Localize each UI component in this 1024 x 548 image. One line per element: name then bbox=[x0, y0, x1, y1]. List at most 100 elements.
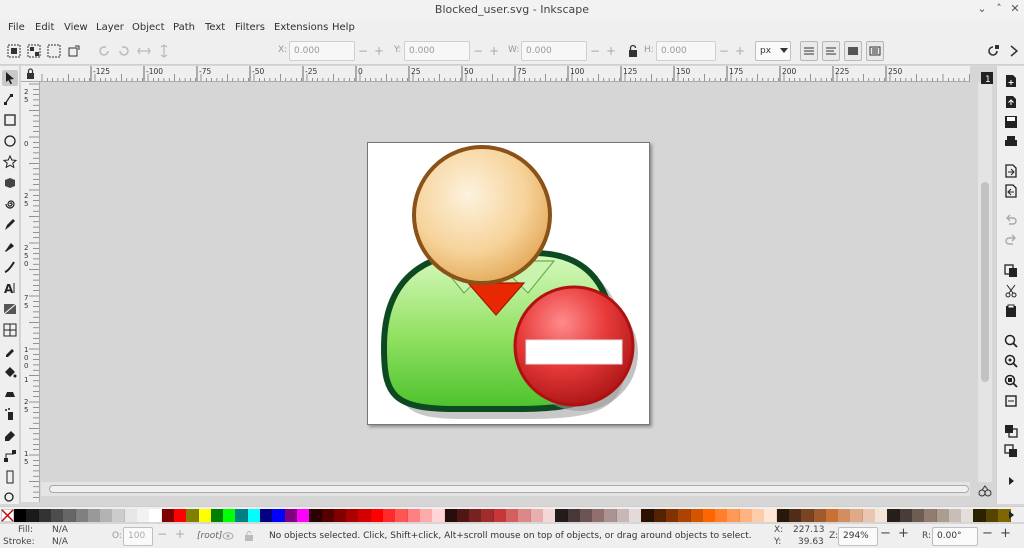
rotate-ccw-icon[interactable] bbox=[96, 43, 112, 59]
menu-edit[interactable]: Edit bbox=[35, 19, 54, 37]
zoom-in-button[interactable]: + bbox=[898, 526, 909, 541]
horizontal-scroll-thumb[interactable] bbox=[49, 485, 969, 493]
star-tool-icon[interactable] bbox=[2, 154, 18, 170]
rotate-ccw-button[interactable]: − bbox=[982, 526, 993, 541]
color-swatch[interactable] bbox=[456, 509, 470, 522]
vertical-ruler[interactable]: 250252507510012515 bbox=[21, 82, 40, 502]
color-swatch[interactable] bbox=[567, 509, 581, 522]
rotate-field[interactable]: 0.00° bbox=[932, 527, 978, 546]
save-icon[interactable] bbox=[1004, 115, 1018, 129]
color-swatch[interactable] bbox=[727, 509, 741, 522]
color-swatch[interactable] bbox=[75, 509, 89, 522]
menu-object[interactable]: Object bbox=[132, 19, 165, 37]
toggle-selection-box-icon[interactable] bbox=[66, 43, 82, 59]
color-swatch[interactable] bbox=[235, 509, 249, 522]
color-swatch[interactable] bbox=[186, 509, 200, 522]
color-swatch[interactable] bbox=[530, 509, 544, 522]
export-icon[interactable] bbox=[1004, 184, 1018, 198]
flip-horizontal-icon[interactable] bbox=[136, 43, 152, 59]
document-page[interactable] bbox=[367, 142, 650, 425]
eye-icon[interactable] bbox=[222, 531, 234, 541]
flip-vertical-icon[interactable] bbox=[156, 43, 172, 59]
unit-select[interactable]: px bbox=[755, 41, 791, 61]
select-all-icon[interactable] bbox=[6, 43, 22, 59]
deselect-icon[interactable] bbox=[46, 43, 62, 59]
color-swatch[interactable] bbox=[272, 509, 286, 522]
lock-icon[interactable] bbox=[625, 43, 641, 59]
color-swatch[interactable] bbox=[752, 509, 765, 522]
color-swatch[interactable] bbox=[665, 509, 679, 522]
color-swatch[interactable] bbox=[899, 509, 913, 522]
color-swatch[interactable] bbox=[887, 509, 901, 522]
color-swatch[interactable] bbox=[653, 509, 667, 522]
color-swatch[interactable] bbox=[592, 509, 606, 522]
minimize-button[interactable]: ⌄ bbox=[975, 2, 989, 16]
color-swatch[interactable] bbox=[124, 509, 138, 522]
color-swatch[interactable] bbox=[333, 509, 347, 522]
maximize-button[interactable]: ˄ bbox=[992, 2, 1006, 16]
color-swatch[interactable] bbox=[87, 509, 101, 522]
pen-tool-icon[interactable] bbox=[2, 238, 18, 254]
y-increment-button[interactable]: + bbox=[486, 41, 502, 61]
zoom-field[interactable]: 294% bbox=[838, 527, 878, 546]
color-swatch[interactable] bbox=[690, 509, 704, 522]
blocked-user-artwork[interactable] bbox=[368, 143, 651, 426]
color-swatch[interactable] bbox=[493, 509, 507, 522]
copy-icon[interactable] bbox=[1004, 264, 1018, 278]
clone-icon[interactable] bbox=[1004, 444, 1018, 458]
color-swatch[interactable] bbox=[260, 509, 273, 522]
color-swatch[interactable] bbox=[948, 509, 962, 522]
color-swatch[interactable] bbox=[838, 509, 852, 522]
rotate-cw-icon[interactable] bbox=[116, 43, 132, 59]
menu-filters[interactable]: Filters bbox=[235, 19, 265, 37]
color-swatch[interactable] bbox=[506, 509, 519, 522]
3d-box-tool-icon[interactable] bbox=[2, 175, 18, 191]
color-swatch[interactable] bbox=[173, 509, 187, 522]
color-swatch[interactable] bbox=[14, 509, 27, 522]
w-field[interactable]: 0.000 bbox=[521, 41, 587, 61]
color-swatch[interactable] bbox=[678, 509, 692, 522]
color-swatch[interactable] bbox=[346, 509, 360, 522]
measure-tool-icon[interactable] bbox=[2, 469, 18, 485]
more-commands-icon[interactable] bbox=[1004, 474, 1018, 488]
color-swatch[interactable] bbox=[137, 509, 150, 522]
zoom-correction-icon[interactable] bbox=[978, 484, 992, 498]
lock-guides-icon[interactable] bbox=[21, 66, 40, 82]
color-swatch[interactable] bbox=[321, 509, 335, 522]
zoom-out-button[interactable]: − bbox=[880, 526, 891, 541]
selector-tool-icon[interactable] bbox=[2, 70, 18, 86]
snap-toggle-icon[interactable] bbox=[985, 43, 1001, 59]
zoom-selection-icon[interactable] bbox=[1004, 334, 1018, 348]
x-decrement-button[interactable]: − bbox=[355, 41, 371, 61]
color-swatch[interactable] bbox=[432, 509, 446, 522]
color-swatch[interactable] bbox=[370, 509, 384, 522]
paste-icon[interactable] bbox=[1004, 304, 1018, 318]
undo-icon[interactable] bbox=[1004, 213, 1018, 227]
color-swatch[interactable] bbox=[26, 509, 40, 522]
select-all-layers-icon[interactable] bbox=[26, 43, 42, 59]
color-swatch[interactable] bbox=[739, 509, 753, 522]
menu-view[interactable]: View bbox=[64, 19, 88, 37]
color-swatch[interactable] bbox=[481, 509, 495, 522]
current-layer[interactable]: [root] bbox=[197, 531, 222, 541]
scale-stroke-button[interactable] bbox=[800, 41, 818, 61]
color-swatch[interactable] bbox=[616, 509, 630, 522]
color-swatch[interactable] bbox=[936, 509, 950, 522]
vertical-scroll-thumb[interactable] bbox=[981, 182, 989, 382]
mesh-tool-icon[interactable] bbox=[2, 322, 18, 338]
eraser-tool-icon[interactable] bbox=[2, 427, 18, 443]
rectangle-tool-icon[interactable] bbox=[2, 112, 18, 128]
zoom-tool-icon[interactable] bbox=[2, 490, 18, 506]
color-swatch[interactable] bbox=[776, 509, 790, 522]
gradient-tool-icon[interactable] bbox=[2, 301, 18, 317]
color-swatch[interactable] bbox=[825, 509, 839, 522]
color-swatch[interactable] bbox=[309, 509, 323, 522]
color-swatch[interactable] bbox=[296, 509, 310, 522]
color-swatch[interactable] bbox=[469, 509, 483, 522]
horizontal-ruler[interactable]: -125 -100 -75 -50 -25 0 25 50 75 100 125 150 175 200 2… bbox=[40, 66, 970, 82]
color-swatch[interactable] bbox=[579, 509, 593, 522]
rotate-cw-button[interactable]: + bbox=[1000, 526, 1011, 541]
color-swatch[interactable] bbox=[358, 509, 372, 522]
zoom-page-icon[interactable] bbox=[1004, 374, 1018, 388]
color-swatch[interactable] bbox=[112, 509, 126, 522]
